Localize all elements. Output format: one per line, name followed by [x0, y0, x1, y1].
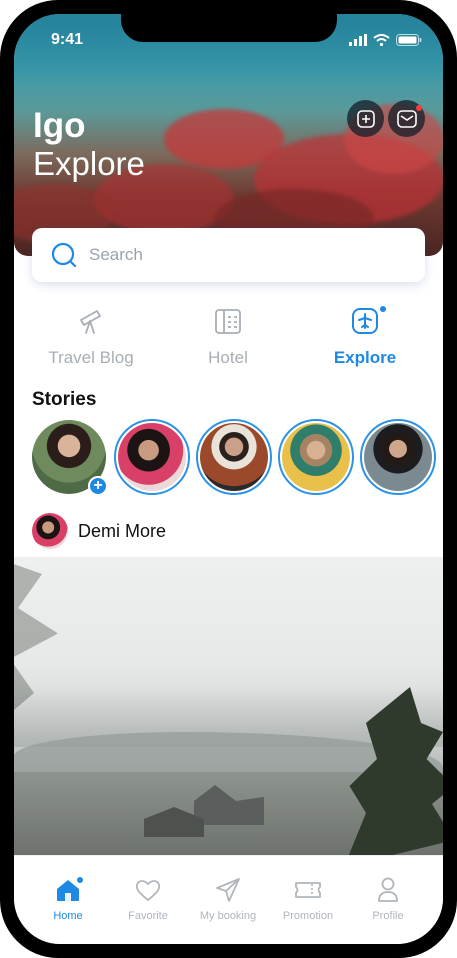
airplane-badge-icon: [352, 308, 378, 334]
active-dot: [380, 306, 386, 312]
category-explore[interactable]: Explore: [295, 304, 435, 368]
phone-frame: 9:41 Igo Explore Search Travel Blog Hote…: [0, 0, 457, 958]
active-dot: [77, 877, 83, 883]
app-subtitle: Explore: [33, 145, 145, 182]
avatar: [364, 423, 432, 491]
category-hotel[interactable]: Hotel: [158, 304, 298, 368]
category-travel-blog[interactable]: Travel Blog: [21, 304, 161, 368]
avatar: [282, 423, 350, 491]
story-item[interactable]: [360, 419, 436, 495]
avatar: [32, 513, 68, 549]
mail-icon: [396, 109, 417, 128]
bottom-tab-bar: Home Favorite My booking Promotion Profi…: [14, 855, 443, 944]
status-bar: 9:41: [14, 31, 443, 51]
status-time: 9:41: [51, 31, 84, 48]
app-brand: Igo Explore: [33, 106, 145, 182]
ticket-icon: [295, 882, 321, 898]
wifi-icon: [373, 34, 390, 46]
post-author: Demi More: [78, 520, 167, 541]
category-nav: Travel Blog Hotel Explore: [14, 304, 443, 374]
post-header[interactable]: Demi More: [32, 512, 166, 550]
inbox-button[interactable]: [388, 100, 425, 137]
stories-title: Stories: [32, 389, 97, 410]
category-label: Travel Blog: [48, 348, 134, 367]
app-title: Igo: [33, 106, 86, 145]
stories-list: +: [32, 419, 443, 499]
tab-profile[interactable]: Profile: [345, 876, 431, 922]
plus-square-icon: [356, 109, 375, 128]
category-label: Explore: [333, 348, 397, 367]
tab-my-booking[interactable]: My booking: [185, 876, 271, 922]
tab-favorite[interactable]: Favorite: [105, 876, 191, 922]
notification-dot: [416, 105, 422, 111]
tab-home[interactable]: Home: [25, 876, 111, 922]
tab-promotion[interactable]: Promotion: [265, 876, 351, 922]
category-label: Hotel: [208, 348, 248, 367]
avatar: [200, 423, 268, 491]
search-bar[interactable]: Search: [32, 228, 425, 282]
heart-icon: [135, 880, 161, 902]
tab-label: Home: [53, 910, 83, 922]
add-button[interactable]: [347, 100, 384, 137]
add-story-icon: +: [88, 476, 108, 496]
telescope-icon: [80, 310, 101, 334]
story-item[interactable]: [278, 419, 354, 495]
signal-icon: [349, 34, 367, 46]
story-item[interactable]: [114, 419, 190, 495]
battery-icon: [396, 34, 422, 46]
story-item[interactable]: [196, 419, 272, 495]
avatar: [118, 423, 186, 491]
post-image[interactable]: [14, 557, 443, 857]
hotel-building-icon: [215, 309, 241, 334]
search-icon: [51, 242, 77, 268]
user-icon: [378, 877, 398, 902]
tab-label: Profile: [372, 910, 404, 922]
story-add-own[interactable]: +: [32, 420, 108, 496]
send-icon: [216, 878, 240, 902]
app-screen: 9:41 Igo Explore Search Travel Blog Hote…: [14, 14, 443, 944]
tab-label: Favorite: [128, 910, 168, 922]
tab-label: My booking: [199, 910, 257, 922]
search-input[interactable]: Search: [89, 245, 143, 265]
tab-label: Promotion: [282, 910, 334, 922]
